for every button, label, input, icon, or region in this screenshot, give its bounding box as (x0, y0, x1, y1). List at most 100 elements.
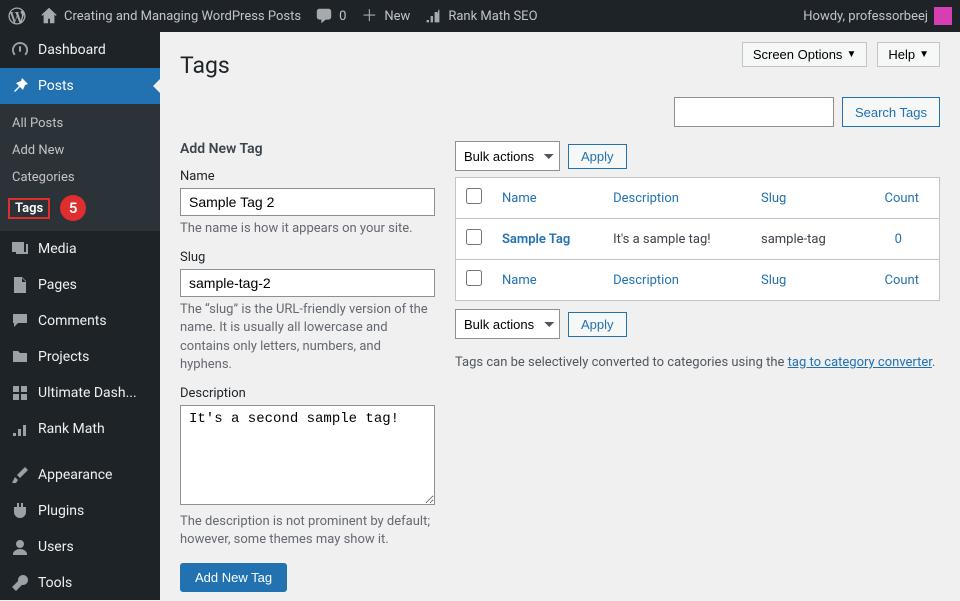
sidebar-item-add-new[interactable]: Add New (0, 137, 160, 164)
sidebar-item-label: Projects (38, 349, 89, 365)
media-icon (10, 239, 30, 259)
search-tags-button[interactable]: Search Tags (842, 97, 940, 127)
sidebar-item-pages[interactable]: Pages (0, 267, 160, 303)
description-help: The description is not prominent by defa… (180, 513, 435, 549)
chart-bar-icon (424, 7, 442, 25)
bulk-actions-select-bottom[interactable]: Bulk actions (455, 309, 560, 339)
sidebar-item-plugins[interactable]: Plugins (0, 493, 160, 529)
sidebar-item-label: Pages (38, 277, 77, 293)
brush-icon (10, 465, 30, 485)
sidebar-item-projects[interactable]: Projects (0, 339, 160, 375)
sidebar-item-label: Tools (38, 575, 72, 591)
sidebar-item-ultimate-dash[interactable]: Ultimate Dash... (0, 375, 160, 411)
site-title: Creating and Managing WordPress Posts (64, 9, 301, 24)
col-slug[interactable]: Slug (761, 273, 786, 288)
sidebar-item-label: Rank Math (38, 421, 105, 437)
select-all-bottom[interactable] (466, 270, 482, 286)
wrench-icon (10, 573, 30, 593)
apply-button-bottom[interactable]: Apply (568, 312, 627, 337)
tags-table: Name Description Slug Count Sample Tag I… (455, 177, 940, 301)
bulk-actions-select-top[interactable]: Bulk actions (455, 141, 560, 171)
chart-icon (10, 419, 30, 439)
col-count[interactable]: Count (885, 191, 919, 206)
help-button[interactable]: Help▼ (877, 42, 940, 67)
slug-help: The “slug” is the URL-friendly version o… (180, 301, 435, 374)
page-icon (10, 275, 30, 295)
form-heading: Add New Tag (180, 141, 435, 157)
col-slug[interactable]: Slug (761, 191, 786, 206)
sidebar-item-tags[interactable]: Tags (8, 198, 50, 219)
sidebar-item-media[interactable]: Media (0, 231, 160, 267)
slug-label: Slug (180, 250, 435, 265)
admin-sidebar: Dashboard Posts All Posts Add New Catego… (0, 32, 160, 600)
col-description[interactable]: Description (613, 273, 679, 288)
sidebar-item-posts[interactable]: Posts (0, 68, 160, 104)
comment-icon (10, 311, 30, 331)
site-name-link[interactable]: Creating and Managing WordPress Posts (40, 7, 301, 25)
sidebar-item-label: Ultimate Dash... (38, 385, 137, 401)
wp-logo[interactable] (8, 7, 26, 25)
sidebar-item-rankmath[interactable]: Rank Math (0, 411, 160, 447)
sidebar-item-users[interactable]: Users (0, 529, 160, 565)
comment-icon (315, 7, 333, 25)
sidebar-item-label: Dashboard (38, 42, 106, 58)
sidebar-item-label: Appearance (38, 467, 112, 483)
slug-input[interactable] (180, 269, 435, 297)
rankmath-link[interactable]: Rank Math SEO (424, 7, 537, 25)
screen-options-button[interactable]: Screen Options▼ (742, 42, 868, 67)
projects-icon (10, 347, 30, 367)
pin-icon (10, 76, 30, 96)
tag-count[interactable]: 0 (895, 232, 902, 247)
table-row: Sample Tag It's a sample tag! sample-tag… (456, 219, 940, 260)
tag-name-link[interactable]: Sample Tag (502, 232, 570, 247)
plus-icon: ＋ (360, 7, 378, 25)
name-label: Name (180, 169, 435, 184)
posts-submenu: All Posts Add New Categories Tags 5 (0, 104, 160, 231)
caret-down-icon: ▼ (919, 49, 929, 60)
add-new-tag-form: Add New Tag Name The name is how it appe… (180, 141, 435, 592)
caret-down-icon: ▼ (846, 49, 856, 60)
description-input[interactable]: It's a second sample tag! (180, 405, 435, 505)
sidebar-item-label: Users (38, 539, 74, 555)
avatar (934, 7, 952, 25)
wordpress-icon (8, 7, 26, 25)
tag-description: It's a sample tag! (603, 219, 751, 260)
howdy-link[interactable]: Howdy, professorbeej (803, 7, 952, 25)
dashboard-icon (10, 40, 30, 60)
tag-slug: sample-tag (751, 219, 858, 260)
rankmath-label: Rank Math SEO (448, 9, 537, 24)
tag-to-category-link[interactable]: tag to category converter (788, 355, 932, 370)
sidebar-item-label: Comments (38, 313, 107, 329)
sidebar-item-dashboard[interactable]: Dashboard (0, 32, 160, 68)
name-help: The name is how it appears on your site. (180, 220, 435, 238)
name-input[interactable] (180, 188, 435, 216)
step-badge: 5 (60, 195, 86, 221)
col-description[interactable]: Description (613, 191, 679, 206)
sidebar-item-appearance[interactable]: Appearance (0, 457, 160, 493)
converter-note: Tags can be selectively converted to cat… (455, 355, 940, 370)
plugin-icon (10, 501, 30, 521)
new-link[interactable]: ＋ New (360, 7, 410, 25)
sidebar-item-label: Plugins (38, 503, 84, 519)
col-name[interactable]: Name (502, 273, 537, 288)
row-checkbox[interactable] (466, 229, 482, 245)
comments-count: 0 (339, 9, 346, 24)
sidebar-item-all-posts[interactable]: All Posts (0, 110, 160, 137)
sidebar-item-label: Posts (38, 78, 74, 94)
user-icon (10, 537, 30, 557)
sidebar-item-label: Media (38, 241, 77, 257)
new-label: New (384, 9, 410, 24)
sidebar-item-categories[interactable]: Categories (0, 164, 160, 191)
select-all-top[interactable] (466, 188, 482, 204)
sidebar-item-tools[interactable]: Tools (0, 565, 160, 601)
search-input[interactable] (674, 97, 834, 127)
content: Screen Options▼ Help▼ Tags Search Tags A… (160, 32, 960, 600)
apply-button-top[interactable]: Apply (568, 144, 627, 169)
add-new-tag-button[interactable]: Add New Tag (180, 563, 287, 592)
comments-link[interactable]: 0 (315, 7, 346, 25)
col-name[interactable]: Name (502, 191, 537, 206)
sidebar-item-comments[interactable]: Comments (0, 303, 160, 339)
grid-icon (10, 383, 30, 403)
admin-bar: Creating and Managing WordPress Posts 0 … (0, 0, 960, 32)
col-count[interactable]: Count (885, 273, 919, 288)
